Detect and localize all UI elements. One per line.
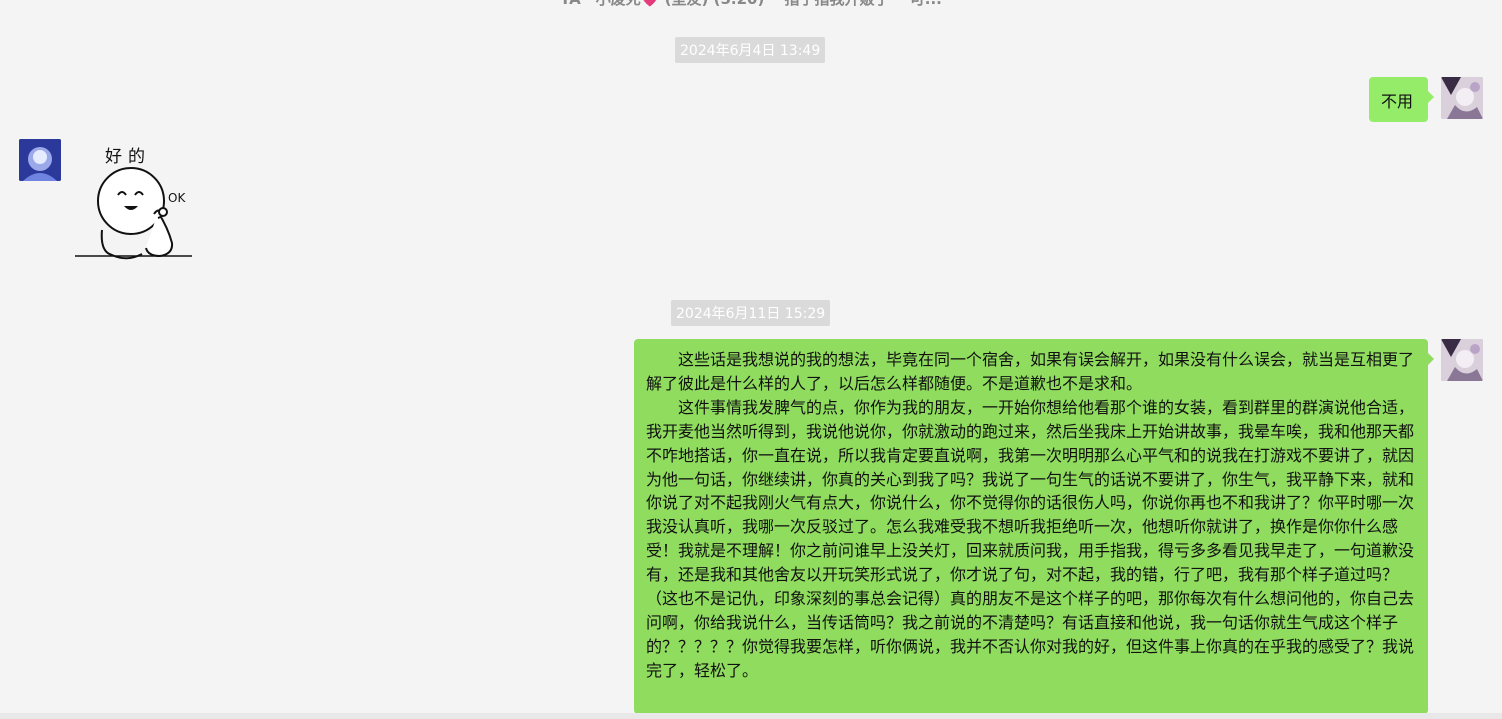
timestamp: 2024年6月11日 15:29	[671, 300, 831, 326]
truncated-preview-text: TA一小废死💗 (室友) (5.20) 一指宁指我开贩子 一可...	[0, 0, 1502, 9]
chat-window: TA一小废死💗 (室友) (5.20) 一指宁指我开贩子 一可... 2024年…	[0, 0, 1502, 719]
timestamp: 2024年6月4日 13:49	[675, 37, 826, 63]
sticker-image: 好的 OK	[75, 147, 192, 260]
sticker-text-top: 好的	[105, 147, 151, 167]
sticker-ok[interactable]: 好的 OK	[72, 140, 196, 266]
avatar-image-icon	[1441, 77, 1483, 119]
bubble-tail	[1428, 353, 1434, 365]
message-bubble-sent[interactable]: 不用	[1369, 77, 1434, 122]
avatar[interactable]	[1441, 339, 1483, 381]
message-text: 不用	[1381, 92, 1414, 111]
sticker-text-ok: OK	[168, 191, 186, 205]
message-bubble-sent[interactable]: 这些话是我想说的我的想法，毕竟在同一个宿舍，如果有误会解开，如果没有什么误会，就…	[634, 339, 1434, 714]
avatar-image-icon	[1441, 339, 1483, 381]
message-paragraph: 这些话是我想说的我的想法，毕竟在同一个宿舍，如果有误会解开，如果没有什么误会，就…	[646, 350, 1415, 393]
avatar[interactable]	[1441, 77, 1483, 119]
bubble-tail	[1428, 91, 1434, 103]
message-paragraph: 这件事情我发脾气的点，你作为我的朋友，一开始你想给他看那个谁的女装，看到群里的群…	[646, 397, 1415, 680]
avatar[interactable]	[19, 139, 61, 181]
bottom-divider	[0, 713, 1502, 719]
avatar-image-icon	[19, 139, 61, 181]
